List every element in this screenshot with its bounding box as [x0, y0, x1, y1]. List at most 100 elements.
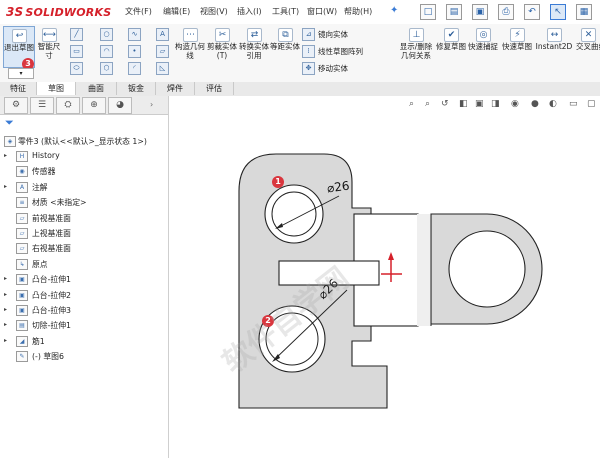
menu-file[interactable]: 文件(F)	[125, 6, 152, 17]
expand-arrow-icon[interactable]: ▸	[4, 337, 7, 344]
feature-tree-tab-icon[interactable]: ⚙	[4, 97, 28, 114]
construction-geometry-button[interactable]: ⋯ 构造几何线	[174, 26, 206, 66]
mirror-icon: ⊿	[302, 28, 315, 41]
polygon-icon[interactable]: ⬡	[100, 62, 113, 75]
tab-features[interactable]: 特征	[0, 82, 37, 95]
save-icon[interactable]: ▣	[472, 4, 488, 20]
tree-item[interactable]: ▱ 上视基准面	[4, 228, 166, 240]
construction-icon: ⋯	[183, 28, 198, 42]
tree-item[interactable]: ▸ ▣ 凸台-拉伸2	[4, 289, 166, 302]
tree-item[interactable]: ✎ (-) 草图6	[4, 351, 166, 363]
rapid-sketch-icon: ⚡	[510, 28, 525, 42]
circle-icon[interactable]: ○	[100, 28, 113, 41]
tree-item-label: 凸台-拉伸1	[32, 275, 71, 285]
tree-item[interactable]: ↳ 原点	[4, 258, 166, 271]
tree-root[interactable]: ◈ 零件3 (默认<<默认>_显示状态 1>)	[4, 136, 166, 148]
move-entities-button[interactable]: ✥ 移动实体	[302, 62, 392, 75]
tree-item[interactable]: ▸ ▤ 切除-拉伸1	[4, 320, 166, 332]
tree-item[interactable]: ▸ A 注解	[4, 181, 166, 194]
property-manager-tab-icon[interactable]: ☰	[30, 97, 54, 114]
convert-entities-button[interactable]: ⇄ 转换实体引用	[238, 26, 270, 66]
offset-entities-button[interactable]: ⧉ 等距实体	[270, 26, 300, 66]
tab-sheet-metal[interactable]: 钣金	[117, 82, 156, 95]
chamfer-icon[interactable]: ◺	[156, 62, 169, 75]
point-icon[interactable]: •	[128, 45, 141, 58]
configuration-tab-icon[interactable]: ⛭	[56, 97, 80, 114]
expand-arrow-icon[interactable]: ▸	[4, 306, 7, 313]
expand-arrow-icon[interactable]: ▸	[4, 152, 7, 159]
slot-icon[interactable]: ⬭	[70, 62, 83, 75]
expand-arrow-icon[interactable]: ▸	[4, 291, 7, 298]
tree-item[interactable]: ▱ 前视基准面	[4, 212, 166, 225]
mirror-button[interactable]: ⊿ 镜向实体	[302, 28, 392, 41]
text-icon[interactable]: A	[156, 28, 169, 41]
menu-edit[interactable]: 编辑(E)	[163, 6, 190, 17]
spline-icon[interactable]: ∿	[128, 28, 141, 41]
tree-item[interactable]: ▸ H History	[4, 151, 166, 163]
new-document-icon[interactable]: □	[420, 4, 436, 20]
cut-icon: ▤	[16, 320, 28, 332]
sensor-icon: ◉	[16, 166, 28, 178]
cross-curve-label: 交叉曲线	[576, 42, 600, 51]
tab-surfaces[interactable]: 曲面	[76, 82, 117, 95]
trim-entities-button[interactable]: ✂ 剪裁实体(T)	[206, 26, 238, 66]
instant2d-button[interactable]: ↔ Instant2D	[534, 26, 574, 66]
menu-insert[interactable]: 插入(I)	[237, 6, 262, 17]
cross-curve-button[interactable]: ✕ 交叉曲线	[576, 26, 600, 66]
arc-icon[interactable]: ◠	[100, 45, 113, 58]
tree-item[interactable]: ▸ ◢ 筋1	[4, 335, 166, 348]
tree-item[interactable]: ◉ 传感器	[4, 166, 166, 178]
tab-evaluate[interactable]: 评估	[195, 82, 234, 95]
tab-weldments[interactable]: 焊件	[156, 82, 195, 95]
pin-icon[interactable]: ✦	[390, 5, 398, 16]
repair-label: 修复草图	[436, 42, 466, 51]
rapid-sketch-button[interactable]: ⚡ 快速草图	[502, 26, 532, 66]
graphics-area[interactable]: ⌕ ⌕ ↺ ◧ ▣ ◨ ◉ ● ◐ ▭ ▢ ⌀26 ⌀26 1 2 软件自学网	[169, 96, 600, 458]
pattern-label: 线性草图阵列	[318, 47, 363, 56]
convert-icon: ⇄	[247, 28, 262, 42]
select-icon[interactable]: ↖	[550, 4, 566, 20]
undo-icon[interactable]: ↶	[524, 4, 540, 20]
step-marker-1: 1	[272, 176, 284, 188]
tree-item-label: 右视基准面	[32, 244, 71, 254]
print-icon[interactable]: ⎙	[498, 4, 514, 20]
instant2d-label: Instant2D	[535, 42, 573, 51]
menu-view[interactable]: 视图(V)	[200, 6, 228, 17]
line-icon[interactable]: ╱	[70, 28, 83, 41]
tab-sketch[interactable]: 草图	[37, 82, 76, 95]
dropdown-arrow-icon[interactable]: ▾	[8, 68, 34, 79]
filter-icon[interactable]: ⏷	[5, 116, 14, 130]
repair-sketch-button[interactable]: ✔ 修复草图	[436, 26, 466, 66]
history-icon: H	[16, 151, 28, 162]
tree-root-label: 零件3 (默认<<默认>_显示状态 1>)	[18, 137, 147, 146]
dimxpert-tab-icon[interactable]: ⊕	[82, 97, 106, 114]
quick-snaps-button[interactable]: ◎ 快速捕捉	[468, 26, 498, 66]
instant2d-icon: ↔	[547, 28, 562, 42]
linear-pattern-button[interactable]: ⁞ 线性草图阵列	[302, 45, 392, 58]
tree-item[interactable]: ≡ 材质 <未指定>	[4, 197, 166, 209]
solidworks-logo: 3S SOLIDWORKS	[6, 5, 112, 19]
rectangle-icon[interactable]: ▭	[70, 45, 83, 58]
tree-item[interactable]: ▸ ▣ 凸台-拉伸3	[4, 305, 166, 317]
menu-help[interactable]: 帮助(H)	[344, 6, 372, 17]
exit-sketch-icon: ↩	[12, 29, 27, 43]
expand-arrow-icon[interactable]: ▸	[4, 275, 7, 282]
open-icon[interactable]: ▤	[446, 4, 462, 20]
tree-item-label: 原点	[32, 259, 48, 269]
command-manager: ↩ 退出草图 3 ▾ ⟷ 智能尺寸 ╱ ○ ∿ A ▭ ◠ • ▱ ⬭ ⬡ ◜ …	[0, 24, 600, 83]
menu-tools[interactable]: 工具(T)	[272, 6, 299, 17]
smart-dimension-button[interactable]: ⟷ 智能尺寸	[36, 26, 62, 66]
expand-arrow-icon[interactable]: ▸	[4, 183, 7, 190]
expand-arrow-icon[interactable]: ▸	[4, 321, 7, 328]
tree-item-label: 上视基准面	[32, 229, 71, 238]
rebuild-icon[interactable]: ▦	[576, 4, 592, 20]
display-delete-relations-button[interactable]: ⊥ 显示/删除几何关系	[398, 26, 434, 78]
fillet-icon[interactable]: ◜	[128, 62, 141, 75]
menu-window[interactable]: 窗口(W)	[307, 6, 337, 17]
tree-item[interactable]: ▸ ▣ 凸台-拉伸1	[4, 274, 166, 286]
tree-item[interactable]: ▱ 右视基准面	[4, 243, 166, 255]
panel-expand-icon[interactable]: ›	[150, 100, 153, 109]
display-manager-tab-icon[interactable]: ◕	[108, 97, 132, 114]
convert-label: 转换实体引用	[239, 42, 269, 60]
plane-tool-icon[interactable]: ▱	[156, 45, 169, 58]
